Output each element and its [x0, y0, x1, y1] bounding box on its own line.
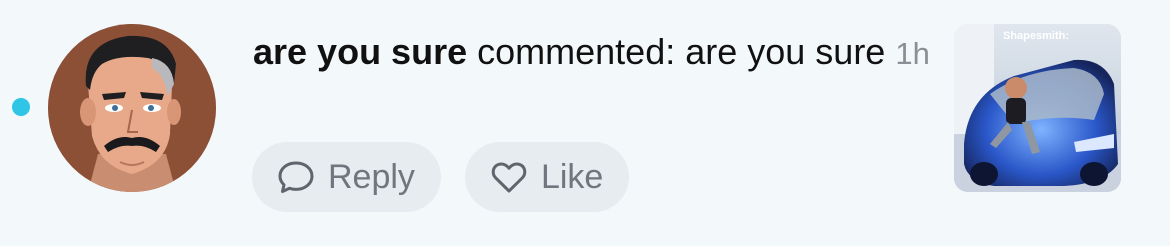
speech-bubble-icon: [276, 157, 316, 197]
avatar[interactable]: [48, 24, 216, 192]
unread-indicator-dot: [12, 98, 30, 116]
comment-text: commented: are you sure: [477, 31, 886, 72]
commenter-username[interactable]: are you sure: [253, 31, 467, 72]
reply-label: Reply: [328, 157, 415, 196]
post-thumbnail[interactable]: Shapesmith:: [954, 24, 1121, 192]
timestamp: 1h: [895, 36, 930, 71]
notification-text[interactable]: are you sure commented: are you sure 1h: [253, 28, 933, 78]
action-bar: Reply Like: [252, 142, 630, 212]
heart-outline-icon: [489, 157, 529, 197]
like-button[interactable]: Like: [464, 142, 630, 212]
reply-button[interactable]: Reply: [252, 142, 441, 212]
thumbnail-caption: Shapesmith:: [1002, 30, 1069, 42]
like-label: Like: [540, 157, 604, 196]
